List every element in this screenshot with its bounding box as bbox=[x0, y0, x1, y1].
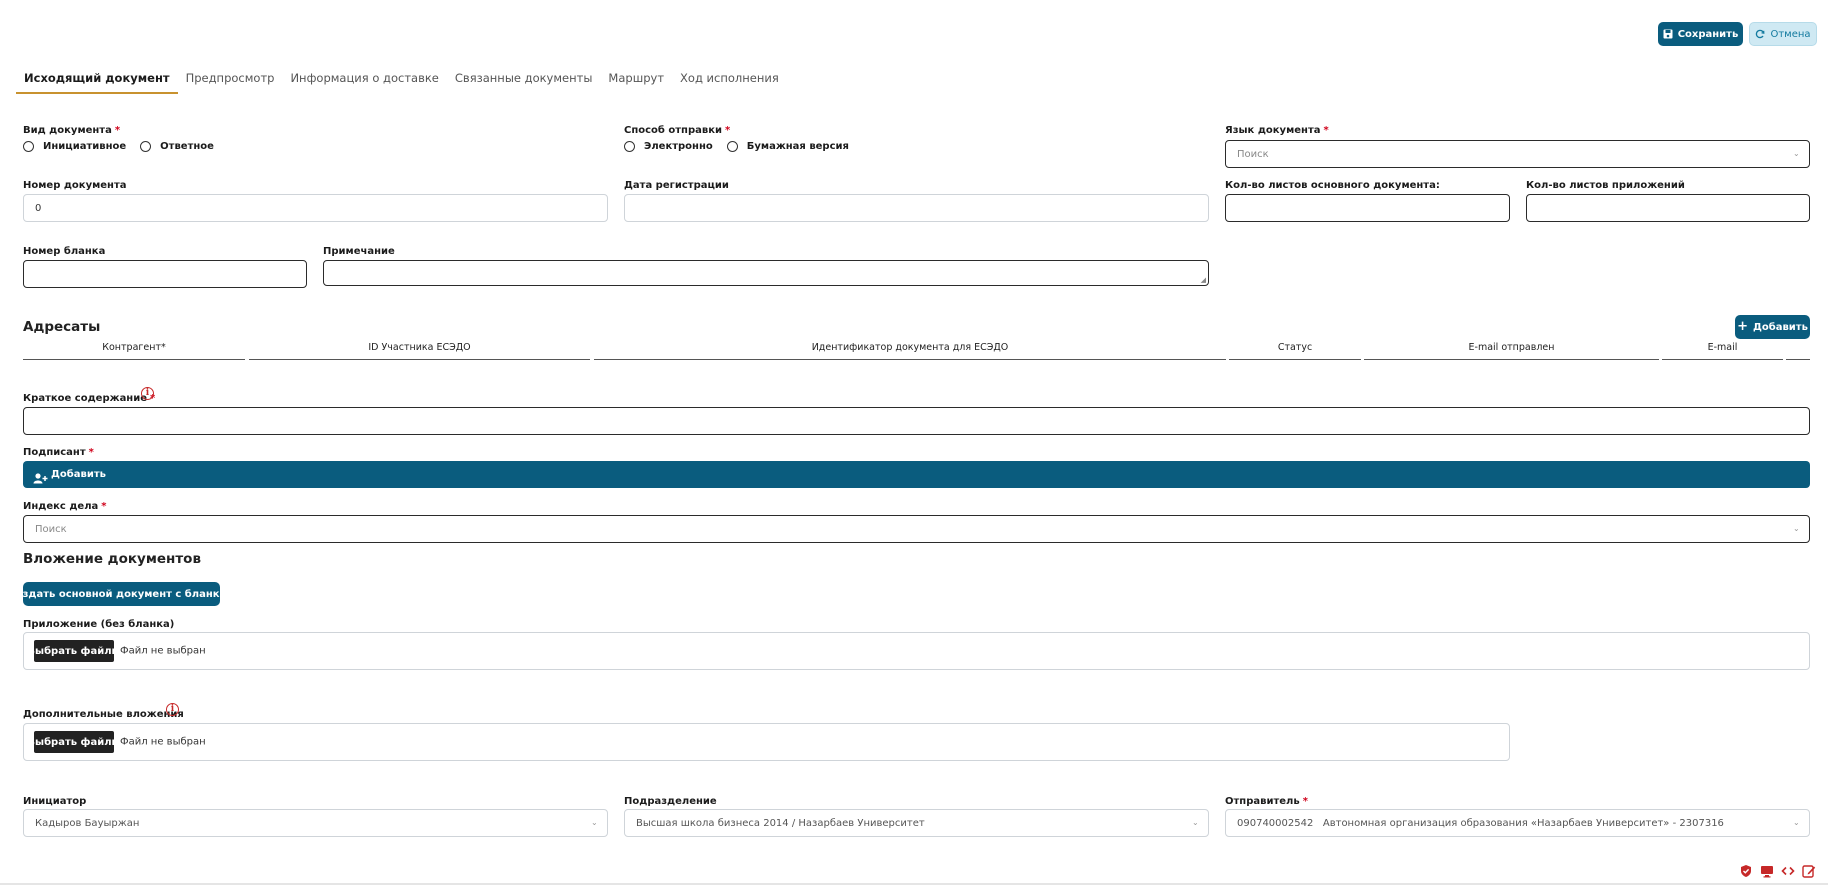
addressees-title: Адресаты bbox=[23, 319, 101, 335]
initiator-label: Инициатор bbox=[23, 796, 87, 807]
signer-label: Подписант * bbox=[23, 447, 94, 458]
department-label: Подразделение bbox=[624, 796, 717, 807]
extra-attachments-file-input[interactable]: Выбрать файлы Файл не выбран bbox=[23, 723, 1510, 761]
main-sheets-label: Кол-во листов основного документа: bbox=[1225, 180, 1440, 191]
tab-progress[interactable]: Ход исполнения bbox=[672, 70, 787, 94]
tab-delivery-info[interactable]: Информация о доставке bbox=[282, 70, 446, 94]
floppy-icon bbox=[1663, 29, 1673, 39]
reg-date-label: Дата регистрации bbox=[624, 180, 729, 191]
doc-type-radio-group: Инициативное Ответное bbox=[23, 141, 222, 152]
column-header-esedo-document-id: Идентификатор документа для ЕСЭДО bbox=[594, 338, 1226, 360]
appendix-file-input[interactable]: Выбрать файлы Файл не выбран bbox=[23, 632, 1810, 670]
doc-language-label: Язык документа * bbox=[1225, 125, 1329, 136]
choose-files-button[interactable]: Выбрать файлы bbox=[27, 731, 121, 753]
no-file-text: Файл не выбран bbox=[120, 645, 206, 657]
doc-language-select[interactable]: Поиск ⌄ bbox=[1225, 140, 1810, 168]
note-textarea[interactable]: ◢ bbox=[323, 260, 1209, 286]
column-header-actions bbox=[1786, 338, 1810, 360]
extra-attachments-label: Дополнительные вложения bbox=[23, 709, 184, 720]
doc-number-label: Номер документа bbox=[23, 180, 127, 191]
save-button-label: Сохранить bbox=[1677, 28, 1739, 40]
chevron-down-icon: ⌄ bbox=[1793, 149, 1800, 158]
note-label: Примечание bbox=[323, 246, 395, 257]
send-method-electronic-option[interactable]: Электронно bbox=[624, 141, 713, 152]
sender-label: Отправитель * bbox=[1225, 796, 1308, 807]
footer-toolbar bbox=[1739, 863, 1816, 878]
tab-bar: Исходящий документ Предпросмотр Информац… bbox=[16, 70, 787, 94]
send-method-label: Способ отправки * bbox=[624, 125, 731, 136]
tab-outgoing-document[interactable]: Исходящий документ bbox=[16, 70, 178, 94]
summary-input[interactable] bbox=[23, 407, 1810, 435]
radio-electronic[interactable] bbox=[624, 141, 635, 152]
department-select[interactable]: Высшая школа бизнеса 2014 / Назарбаев Ун… bbox=[624, 809, 1209, 837]
resize-handle-icon[interactable]: ◢ bbox=[1201, 276, 1206, 284]
doc-type-response-option[interactable]: Ответное bbox=[140, 141, 214, 152]
info-icon[interactable]: i bbox=[166, 703, 179, 716]
column-header-status: Статус bbox=[1229, 338, 1361, 360]
monitor-icon[interactable] bbox=[1760, 863, 1774, 878]
radio-response[interactable] bbox=[140, 141, 152, 152]
attach-sheets-input[interactable] bbox=[1526, 194, 1810, 222]
attachments-title: Вложение документов bbox=[23, 551, 201, 567]
tab-route[interactable]: Маршрут bbox=[600, 70, 672, 94]
doc-type-label: Вид документа * bbox=[23, 125, 121, 136]
case-index-select[interactable]: Поиск ⌄ bbox=[23, 515, 1810, 543]
reg-date-input[interactable] bbox=[624, 194, 1209, 222]
main-sheets-input[interactable] bbox=[1225, 194, 1510, 222]
initiator-select[interactable]: Кадыров Бауыржан ⌄ bbox=[23, 809, 608, 837]
blank-number-input[interactable] bbox=[23, 260, 307, 288]
chevron-down-icon: ⌄ bbox=[1793, 524, 1800, 533]
refresh-icon bbox=[1755, 29, 1765, 39]
column-header-email: E-mail bbox=[1662, 338, 1783, 360]
blank-number-label: Номер бланка bbox=[23, 246, 106, 257]
doc-number-input[interactable]: 0 bbox=[23, 194, 608, 222]
no-file-text: Файл не выбран bbox=[120, 736, 206, 748]
column-header-counterparty: Контрагент* bbox=[23, 338, 245, 360]
tab-related-documents[interactable]: Связанные документы bbox=[447, 70, 601, 94]
sender-select[interactable]: 090740002542 Автономная организация обра… bbox=[1225, 809, 1810, 837]
column-header-esedo-participant-id: ID Участника ЕСЭДО bbox=[249, 338, 590, 360]
plus-icon: + bbox=[1737, 319, 1748, 334]
attach-sheets-label: Кол-во листов приложений bbox=[1526, 180, 1685, 191]
create-main-document-button[interactable]: Создать основной документ с бланком bbox=[8, 582, 235, 606]
info-icon[interactable]: i bbox=[141, 387, 154, 400]
chevron-down-icon: ⌄ bbox=[1192, 818, 1199, 827]
column-header-email-sent: E-mail отправлен bbox=[1364, 338, 1659, 360]
add-signer-button[interactable]: Добавить bbox=[23, 461, 1810, 488]
edit-icon[interactable] bbox=[1802, 863, 1816, 878]
shield-check-icon[interactable] bbox=[1739, 863, 1753, 877]
radio-paper[interactable] bbox=[726, 141, 738, 152]
doc-type-initiative-option[interactable]: Инициативное bbox=[23, 141, 126, 152]
add-user-icon bbox=[33, 469, 48, 484]
choose-files-button[interactable]: Выбрать файлы bbox=[27, 640, 121, 662]
send-method-radio-group: Электронно Бумажная версия bbox=[624, 141, 857, 152]
chevron-down-icon: ⌄ bbox=[1793, 818, 1800, 827]
case-index-label: Индекс дела * bbox=[23, 501, 107, 512]
add-addressee-button[interactable]: + Добавить bbox=[1735, 315, 1810, 339]
cancel-button[interactable]: Отмена bbox=[1749, 22, 1817, 46]
radio-initiative[interactable] bbox=[23, 141, 34, 152]
save-button[interactable]: Сохранить bbox=[1658, 22, 1743, 46]
send-method-paper-option[interactable]: Бумажная версия bbox=[726, 141, 849, 152]
addressees-table-header: Контрагент* ID Участника ЕСЭДО Идентифик… bbox=[23, 338, 1810, 360]
tab-preview[interactable]: Предпросмотр bbox=[178, 70, 283, 94]
summary-label: Краткое содержание * bbox=[23, 393, 156, 404]
cancel-button-label: Отмена bbox=[1770, 28, 1811, 40]
code-icon[interactable] bbox=[1781, 863, 1795, 877]
chevron-down-icon: ⌄ bbox=[591, 818, 598, 827]
appendix-label: Приложение (без бланка) bbox=[23, 619, 175, 630]
